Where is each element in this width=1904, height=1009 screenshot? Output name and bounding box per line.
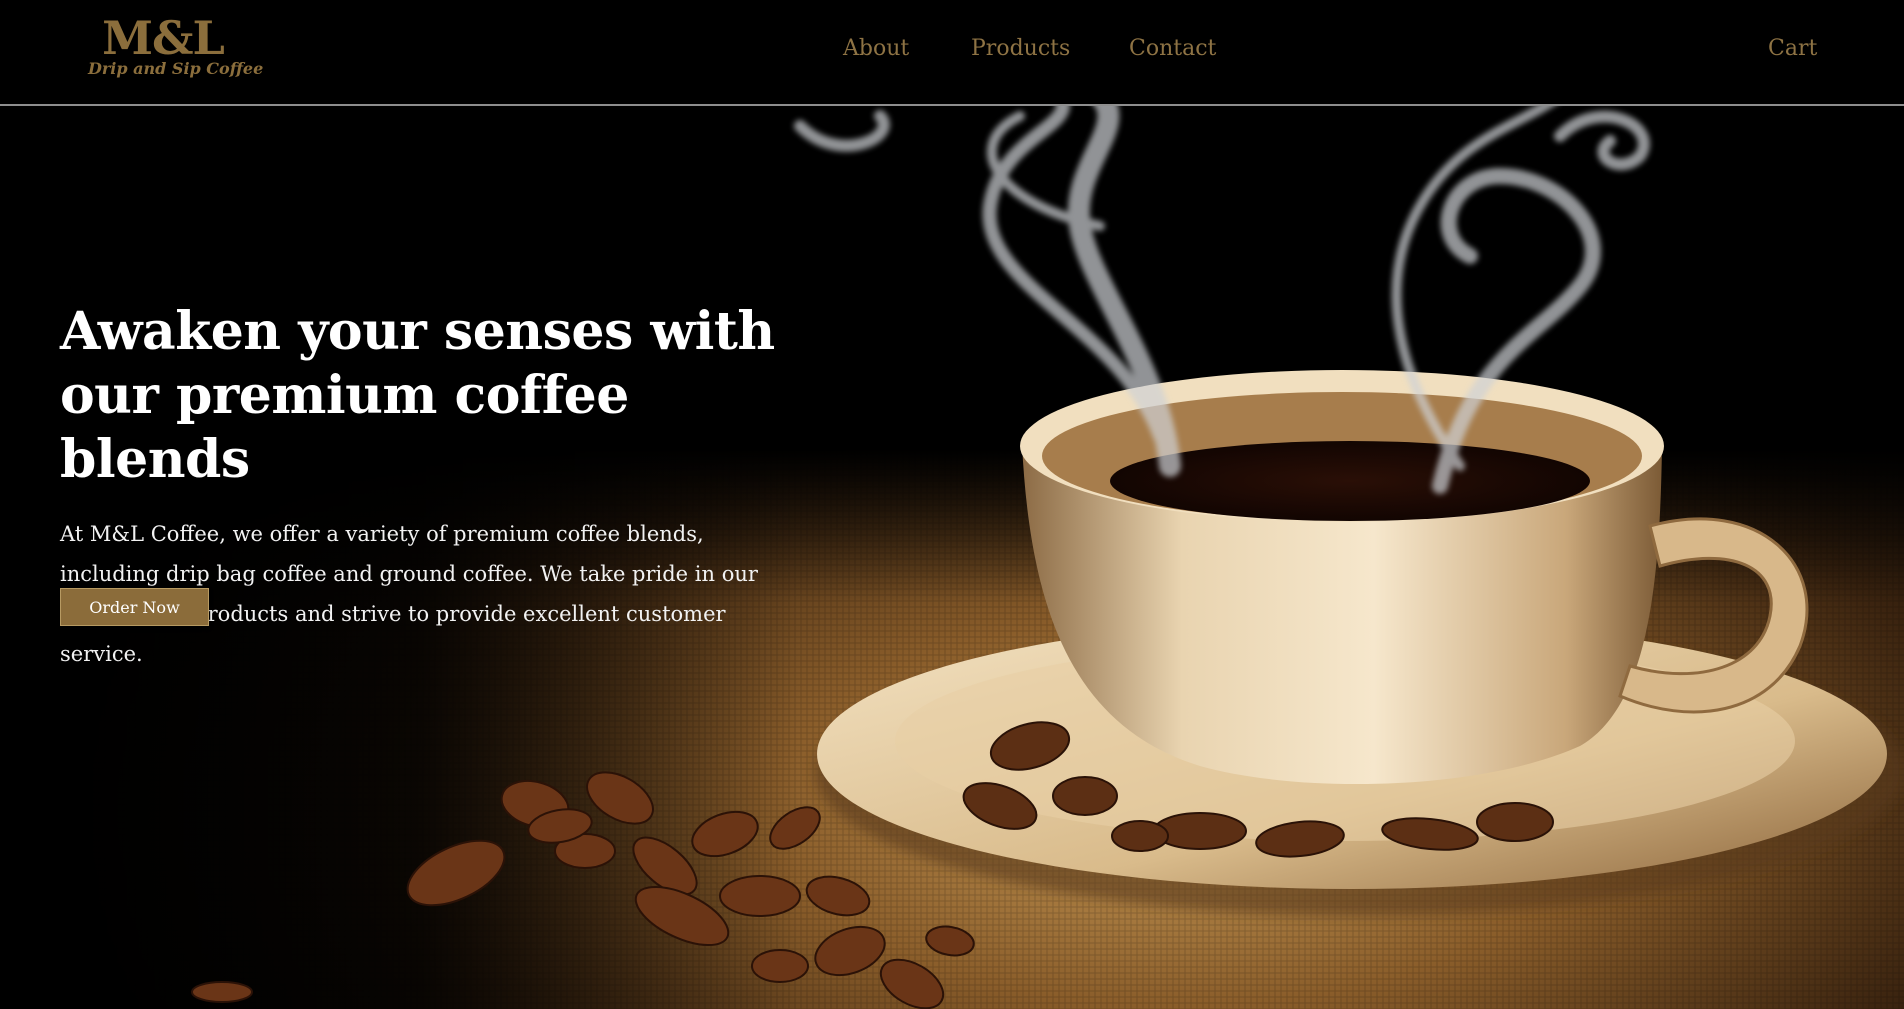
- hero-title: Awaken your senses with our premium coff…: [60, 300, 820, 492]
- order-now-button[interactable]: Order Now: [60, 588, 209, 626]
- hero-title-line-1: Awaken your senses with: [60, 301, 775, 362]
- nav-link-contact[interactable]: Contact: [1129, 36, 1216, 61]
- nav-link-about[interactable]: About: [843, 36, 909, 61]
- main-nav: About Products Contact Cart: [0, 36, 1904, 66]
- hero-title-line-2: our premium coffee blends: [60, 365, 629, 490]
- hero-section: Awaken your senses with our premium coff…: [0, 106, 1904, 1009]
- site-header: M&L Drip and Sip Coffee About Products C…: [0, 0, 1904, 106]
- nav-link-products[interactable]: Products: [971, 36, 1070, 61]
- cart-link[interactable]: Cart: [1768, 36, 1817, 61]
